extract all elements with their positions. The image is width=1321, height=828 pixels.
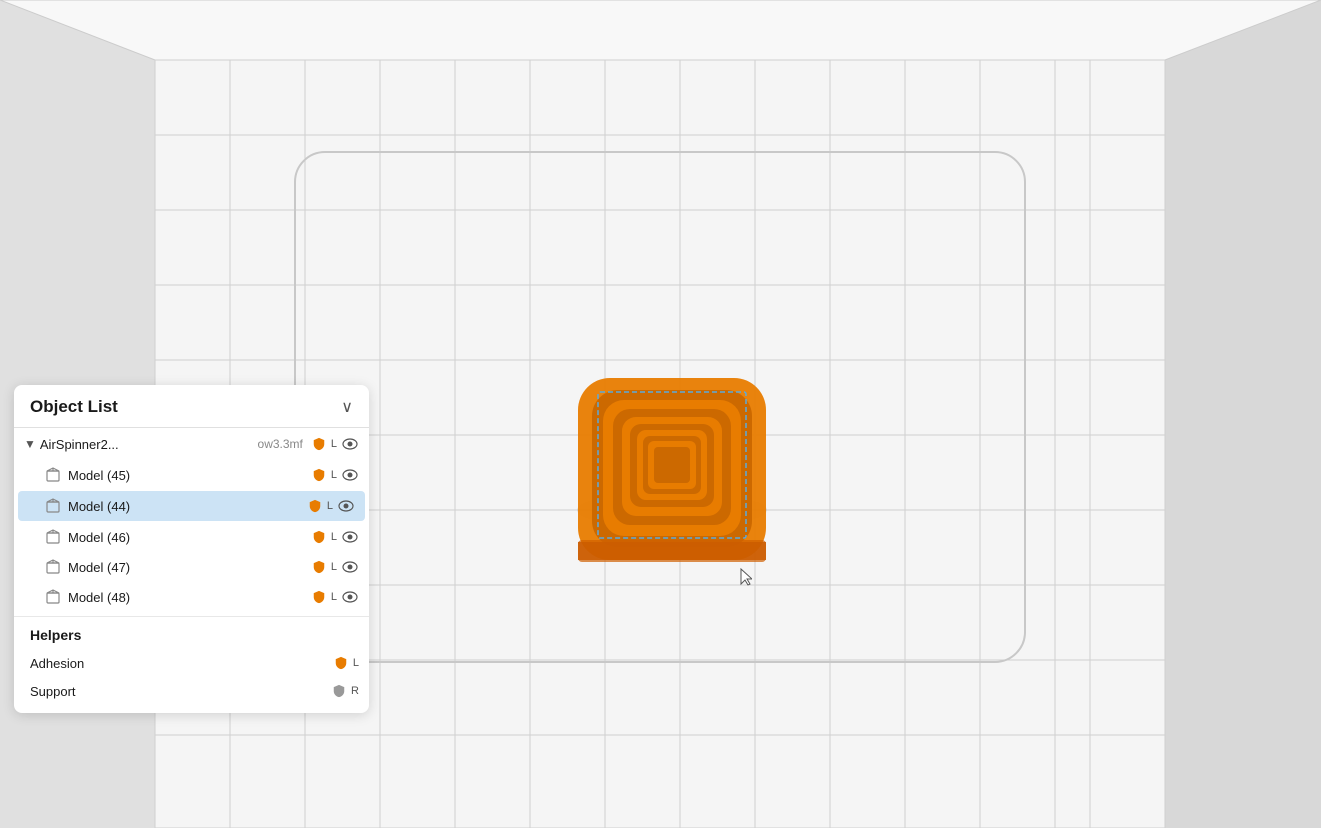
parent-shield-icon <box>311 436 327 452</box>
item-label-2: Model (46) <box>68 530 311 545</box>
badges-1: L <box>307 497 355 515</box>
badges-0: L <box>311 466 359 484</box>
child-item-1[interactable]: Model (44) L <box>18 491 365 521</box>
eye-icon-2[interactable] <box>341 528 359 546</box>
badge-l-3: L <box>331 561 337 573</box>
helpers-header: Helpers <box>14 616 369 649</box>
item-label-1: Model (44) <box>68 499 307 514</box>
badges-3: L <box>311 558 359 576</box>
eye-icon-1[interactable] <box>337 497 355 515</box>
helper-badge-0: L <box>353 657 359 669</box>
badge-l-4: L <box>331 591 337 603</box>
parent-badge-l: L <box>331 438 337 450</box>
parent-name: AirSpinner2... <box>40 437 254 452</box>
helper-shield-icon-1 <box>331 683 347 699</box>
item-label-3: Model (47) <box>68 560 311 575</box>
helpers-title: Helpers <box>30 627 81 643</box>
helper-badges-0: L <box>333 655 359 671</box>
eye-icon-3[interactable] <box>341 558 359 576</box>
badge-l-2: L <box>331 531 337 543</box>
parent-sub: ow3.3mf <box>258 437 303 451</box>
panel-header: Object List ∨ <box>14 385 369 428</box>
model-icon-0 <box>44 466 62 484</box>
collapse-icon[interactable]: ∨ <box>341 397 353 417</box>
badge-l-0: L <box>331 469 337 481</box>
helper-item-1[interactable]: Support R <box>14 677 369 705</box>
helper-label-0: Adhesion <box>30 656 333 671</box>
helper-shield-icon-0 <box>333 655 349 671</box>
child-item-4[interactable]: Model (48) L <box>14 582 369 612</box>
model-icon-3 <box>44 558 62 576</box>
child-item-3[interactable]: Model (47) L <box>14 552 369 582</box>
badges-4: L <box>311 588 359 606</box>
eye-icon-4[interactable] <box>341 588 359 606</box>
parent-item-row[interactable]: ▼ AirSpinner2... ow3.3mf L <box>14 428 369 460</box>
badges-2: L <box>311 528 359 546</box>
shield-icon-3 <box>311 559 327 575</box>
expand-arrow[interactable]: ▼ <box>24 437 36 451</box>
shield-icon-2 <box>311 529 327 545</box>
panel-title: Object List <box>30 397 118 417</box>
parent-eye-icon[interactable] <box>341 435 359 453</box>
helper-items-container: Adhesion L Support R <box>14 649 369 705</box>
model-icon-4 <box>44 588 62 606</box>
item-label-0: Model (45) <box>68 468 311 483</box>
model-icon-1 <box>44 497 62 515</box>
child-item-2[interactable]: Model (46) L <box>14 522 369 552</box>
shield-icon-4 <box>311 589 327 605</box>
object-list-panel: Object List ∨ ▼ AirSpinner2... ow3.3mf L <box>14 385 369 713</box>
helper-item-0[interactable]: Adhesion L <box>14 649 369 677</box>
parent-badges: L <box>311 435 359 453</box>
shield-icon-0 <box>311 467 327 483</box>
helper-label-1: Support <box>30 684 331 699</box>
shield-icon-1 <box>307 498 323 514</box>
eye-icon-0[interactable] <box>341 466 359 484</box>
child-item-0[interactable]: Model (45) L <box>14 460 369 490</box>
model-icon-2 <box>44 528 62 546</box>
badge-l-1: L <box>327 500 333 512</box>
helper-badge-1: R <box>351 685 359 697</box>
helper-badges-1: R <box>331 683 359 699</box>
child-items-container: Model (45) L <box>14 460 369 612</box>
item-label-4: Model (48) <box>68 590 311 605</box>
